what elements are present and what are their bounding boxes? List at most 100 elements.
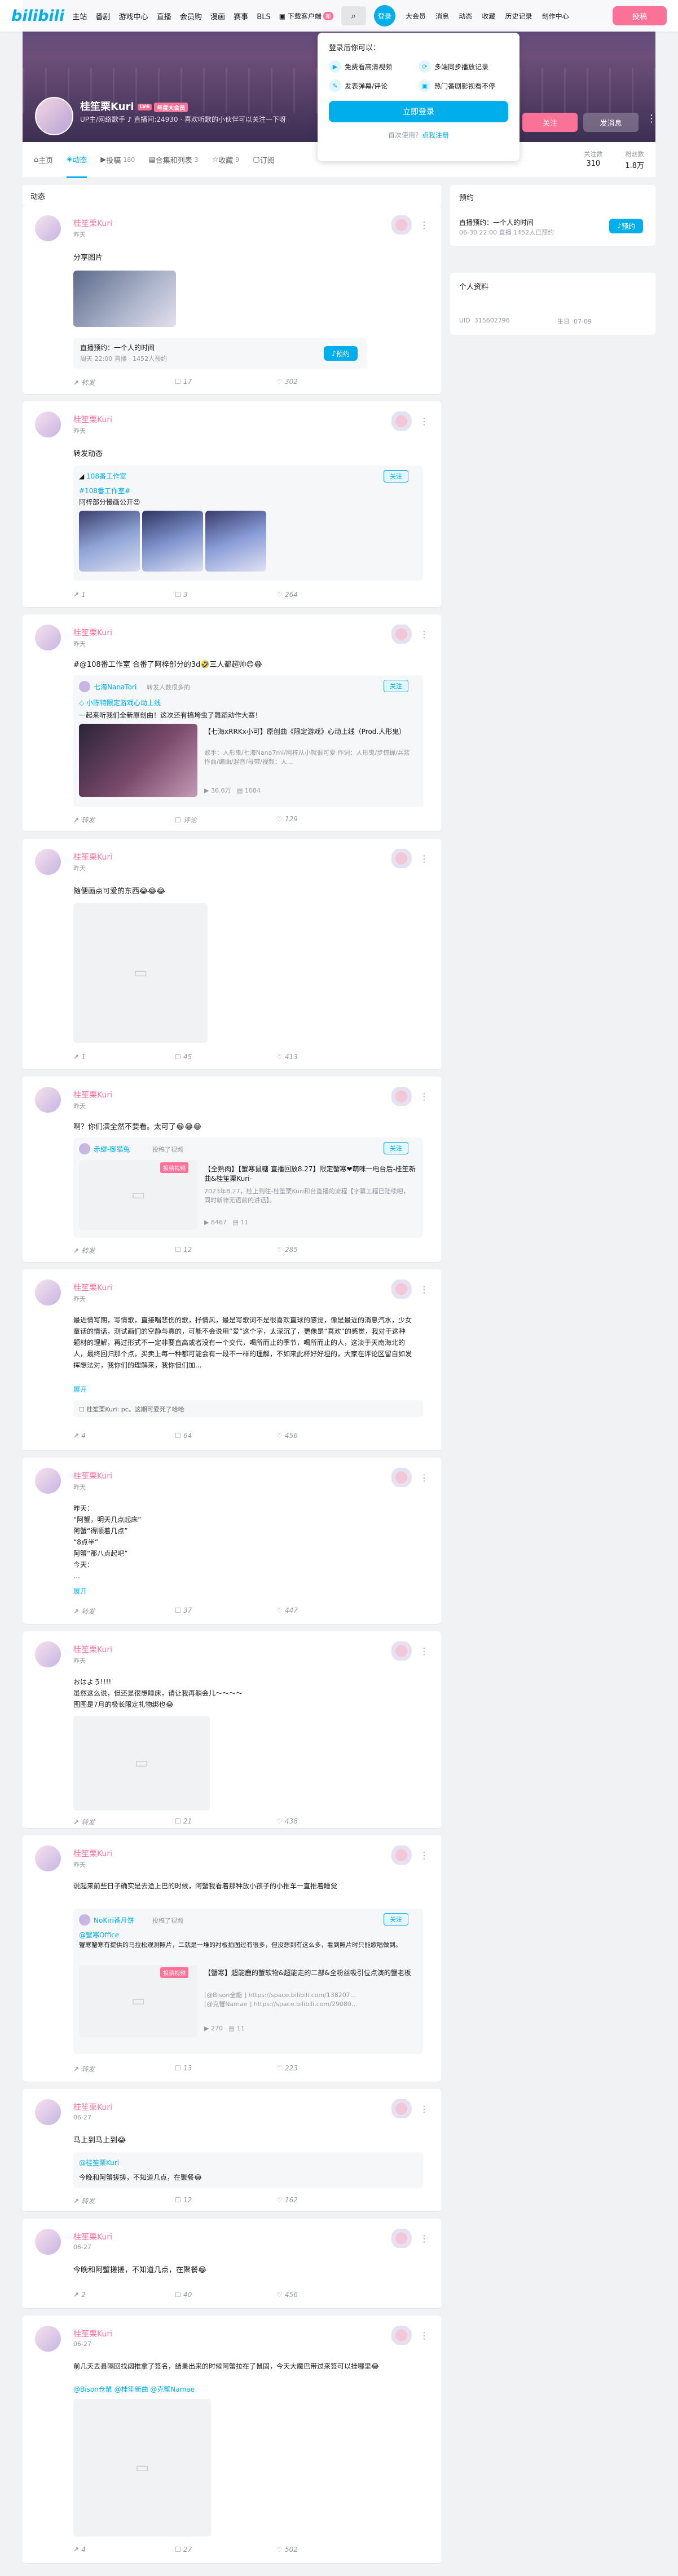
comment-button[interactable]: ☐ 17 (175, 378, 276, 387)
nav-vip[interactable]: 大会员 (406, 11, 426, 21)
follow-button[interactable]: 关注 (384, 1142, 408, 1154)
like-button[interactable]: ♡ 413 (276, 1053, 378, 1061)
author-name[interactable]: 桂笙栗Kuri (73, 218, 112, 229)
author-name[interactable]: 桂笙栗Kuri (73, 2101, 112, 2113)
share-button[interactable]: ↗ 转发 (73, 1246, 175, 1255)
avatar[interactable] (35, 2229, 61, 2255)
inner-author[interactable]: 赤缇-御猫兔 (94, 1144, 130, 1154)
inner-author[interactable]: 七海NanaTori (94, 682, 137, 692)
nav-messages[interactable]: 消息 (435, 11, 449, 21)
like-button[interactable]: ♡ 302 (276, 378, 378, 387)
tab-videos[interactable]: ▶ 投稿 180 (100, 142, 135, 178)
avatar[interactable] (35, 1280, 61, 1305)
search-button[interactable]: ⌕ (341, 6, 366, 25)
more-icon[interactable]: ⋮ (420, 1284, 429, 1295)
avatar[interactable] (79, 681, 90, 692)
nav-match[interactable]: 赛事 (234, 11, 248, 21)
nav-live[interactable]: 直播 (157, 11, 171, 21)
more-icon[interactable]: ⋮ (420, 1472, 429, 1483)
avatar[interactable] (35, 2326, 61, 2352)
author-name[interactable]: 桂笙栗Kuri (73, 1848, 112, 1859)
author-name[interactable]: 桂笙栗Kuri (73, 1089, 112, 1100)
comment-button[interactable]: ☐ 40 (175, 2291, 276, 2299)
bilibili-logo[interactable]: bilibili (11, 7, 64, 25)
avatar[interactable] (79, 1914, 90, 1926)
follow-button[interactable]: 关注 (384, 680, 408, 692)
comment-button[interactable]: ☐ 64 (175, 1432, 276, 1440)
post-image[interactable] (73, 271, 176, 327)
nav-bls[interactable]: BLS (257, 13, 270, 21)
avatar[interactable] (35, 215, 61, 241)
author-name[interactable]: 桂笙栗Kuri (73, 1470, 112, 1481)
avatar[interactable] (35, 1641, 61, 1667)
more-icon[interactable]: ⋮ (420, 1091, 429, 1102)
avatar[interactable] (35, 849, 61, 875)
forwarded-card[interactable]: @桂笙栗Kuri 今晚和阿蟹搓搓，不知道几点，在聚餐😂 (73, 2152, 423, 2188)
topic-link[interactable]: ◇ 小陈特限定游戏心动上线 (79, 698, 161, 707)
forwarded-card[interactable]: NoKiri番月饼 投稿了视频 关注 @蟹寒Office 蟹寒蟹寒有提供的马拉松… (73, 1909, 423, 2054)
mention-links[interactable]: @Bison仓鼠 @桂笙新曲 @克蟹Namae (73, 2384, 195, 2394)
like-button[interactable]: ♡ 223 (276, 2064, 378, 2074)
nav-mall[interactable]: 会员购 (180, 11, 202, 21)
more-icon[interactable]: ⋮ (420, 2233, 429, 2244)
forwarded-card[interactable]: ◢ 108番工作室 关注 #108番工作室# 阿梓部分慢画公开😍 (73, 466, 423, 581)
tab-subscriptions[interactable]: ▢ 订阅 (253, 142, 274, 178)
comment-button[interactable]: ☐ 37 (175, 1606, 276, 1616)
comment-button[interactable]: ☐ 12 (175, 2196, 276, 2206)
like-button[interactable]: ♡ 162 (276, 2196, 378, 2206)
like-button[interactable]: ♡ 456 (276, 1432, 378, 1440)
like-button[interactable]: ♡ 456 (276, 2291, 378, 2299)
video-title[interactable]: 【全熟肉】【蟹寒鼠糖 直播回放8.27】限定蟹寒❤萌咪一电台后-桂笙新曲&桂笙栗… (204, 1165, 416, 1184)
author-name[interactable]: 桂笙栗Kuri (73, 851, 112, 862)
like-button[interactable]: ♡ 447 (276, 1606, 378, 1616)
comment-button[interactable]: ☐ 评论 (175, 815, 276, 825)
download-client-link[interactable]: ▣ 下载客户端新 (279, 11, 333, 21)
more-icon[interactable]: ⋮ (420, 853, 429, 864)
tab-collections[interactable]: ▤ 合集和列表 3 (148, 142, 198, 178)
inner-author[interactable]: @桂笙栗Kuri (79, 2158, 119, 2167)
nav-anime[interactable]: 番剧 (95, 11, 110, 21)
share-button[interactable]: ↗ 2 (73, 2291, 175, 2299)
author-name[interactable]: 桂笙栗Kuri (73, 1282, 112, 1293)
avatar[interactable] (79, 1143, 90, 1154)
image-thumb[interactable] (205, 511, 266, 572)
image-thumb[interactable] (142, 511, 203, 572)
image-thumb[interactable] (79, 511, 140, 572)
more-icon[interactable]: ⋮ (420, 220, 429, 231)
comment-preview[interactable]: ☐ 桂笙栗Kuri: pc。这期可爱死了哈哈 (73, 1400, 423, 1417)
avatar[interactable] (35, 1468, 61, 1494)
like-button[interactable]: ♡ 129 (276, 815, 378, 825)
share-button[interactable]: ↗ 1 (73, 591, 175, 599)
follow-button[interactable]: 关注 (522, 113, 578, 132)
nav-home[interactable]: 主站 (72, 11, 87, 21)
author-name[interactable]: 桂笙栗Kuri (73, 2328, 112, 2339)
expand-link[interactable]: 展开 (73, 1384, 87, 1394)
author-name[interactable]: 桂笙栗Kuri (73, 1644, 112, 1655)
upload-button[interactable]: 投稿 (613, 6, 667, 25)
follow-button[interactable]: 关注 (384, 470, 408, 483)
avatar[interactable] (35, 97, 73, 135)
avatar[interactable] (35, 1087, 61, 1113)
fans-count[interactable]: 粉丝数 1.8万 (625, 149, 644, 170)
more-icon[interactable]: ⋮ (420, 2104, 429, 2114)
topic-link[interactable]: #108番工作室# (79, 486, 130, 495)
post-image[interactable]: ▭ (73, 2399, 211, 2537)
like-button[interactable]: ♡ 264 (276, 591, 378, 599)
avatar[interactable] (35, 2099, 61, 2125)
like-button[interactable]: ♡ 285 (276, 1246, 378, 1255)
like-button[interactable]: ♡ 502 (276, 2546, 378, 2553)
video-title[interactable]: 【七海xRRKx小可】原创曲《限定游戏》心动上线（Prod.人形鬼） (204, 727, 416, 737)
following-count[interactable]: 关注数 310 (584, 149, 602, 170)
share-button[interactable]: ↗ 转发 (73, 2196, 175, 2206)
video-title[interactable]: 【蟹寒】超能鹿的蟹软物&超能走的二部&全粉丝吸引位点演的蟹老板 (204, 1968, 416, 1978)
comment-button[interactable]: ☐ 21 (175, 1817, 276, 1827)
share-button[interactable]: ↗ 转发 (73, 2064, 175, 2074)
comment-button[interactable]: ☐ 3 (175, 591, 276, 599)
follow-button[interactable]: 关注 (384, 1913, 408, 1926)
comment-button[interactable]: ☐ 13 (175, 2064, 276, 2074)
more-icon[interactable]: ⋮ (420, 1850, 429, 1861)
avatar[interactable] (35, 625, 61, 650)
register-link[interactable]: 点我注册 (422, 131, 449, 139)
comment-button[interactable]: ☐ 45 (175, 1053, 276, 1061)
more-icon[interactable]: ⋮ (420, 2330, 429, 2341)
